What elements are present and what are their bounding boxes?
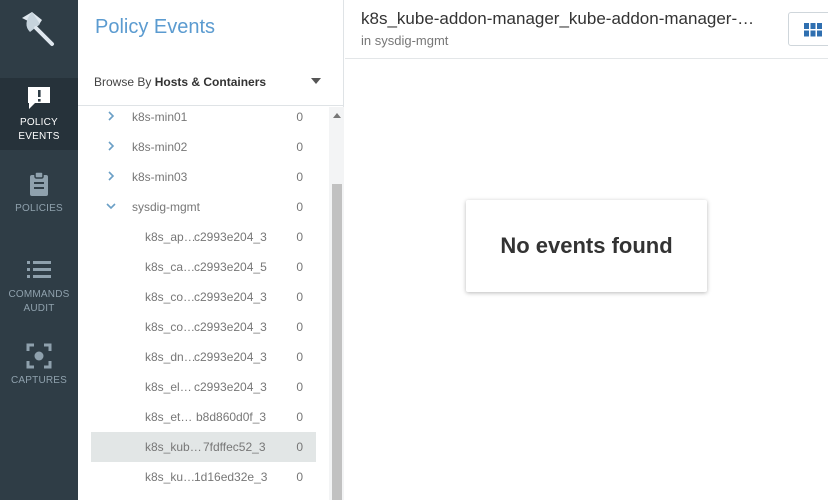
tree-row-host[interactable]: k8s-min02 0 [91, 132, 316, 162]
nav-label: EVENTS [18, 131, 60, 142]
browse-by-label: Browse By Hosts & Containers [94, 75, 266, 89]
event-count: 0 [296, 110, 303, 124]
view-toggle-button[interactable] [788, 12, 828, 46]
empty-state-card: No events found [466, 200, 707, 292]
host-name: k8s-min03 [132, 170, 188, 184]
container-id: b8d860d0f_3 [196, 410, 267, 424]
tree-row-container[interactable]: k8s_ca… c2993e204_5 0 [91, 252, 316, 282]
chevron-right-icon[interactable] [106, 171, 116, 181]
tree-row-host[interactable]: k8s-min03 0 [91, 162, 316, 192]
scrollbar-thumb[interactable] [332, 184, 342, 500]
container-id: 7fdffec52_3 [203, 440, 266, 454]
tree-row-container[interactable]: k8s_ku… 1d16ed32e_3 0 [91, 462, 316, 492]
tree-row-container-selected[interactable]: k8s_kub… 7fdffec52_3 0 [91, 432, 316, 462]
container-name: k8s_ku… [145, 470, 195, 484]
browse-by-prefix: Browse By [94, 75, 152, 89]
tree-scrollbar[interactable] [329, 107, 344, 500]
nav-label: POLICIES [15, 203, 63, 214]
nav-label: COMMANDS [8, 289, 70, 300]
nav-item-policies[interactable]: POLICIES [0, 170, 78, 220]
host-name: sysdig-mgmt [132, 200, 201, 214]
clipboard-icon [25, 170, 53, 198]
browse-by-dropdown[interactable]: Browse By Hosts & Containers [78, 58, 343, 106]
nav-item-policy-events[interactable]: POLICY EVENTS [0, 78, 78, 150]
event-count: 0 [296, 320, 303, 334]
container-id: c2993e204_3 [194, 350, 267, 364]
chevron-right-icon[interactable] [106, 111, 116, 121]
container-name: k8s_kub… [145, 440, 202, 454]
container-title: k8s_kube-addon-manager_kube-addon-manage… [361, 9, 755, 28]
event-count: 0 [296, 350, 303, 364]
left-nav: POLICY EVENTS POLICIES COMMANDS AUDIT CA… [0, 0, 78, 500]
alert-message-icon [25, 84, 53, 112]
host-name: k8s-min02 [132, 140, 188, 154]
container-name: k8s_co… [145, 290, 195, 304]
event-count: 0 [296, 470, 303, 484]
container-id: c2993e204_5 [194, 260, 267, 274]
event-count: 0 [296, 170, 303, 184]
scroll-up-arrow-icon[interactable] [333, 113, 341, 118]
event-detail-area: k8s_kube-addon-manager_kube-addon-manage… [345, 0, 828, 500]
sysdig-logo-icon[interactable] [18, 10, 58, 48]
nav-item-captures[interactable]: CAPTURES [0, 342, 78, 392]
tree-row-host[interactable]: sysdig-mgmt 0 [91, 192, 316, 222]
container-name: k8s_dn… [145, 350, 195, 364]
container-id: 1d16ed32e_3 [194, 470, 268, 484]
event-count: 0 [296, 380, 303, 394]
nav-label: AUDIT [23, 303, 55, 314]
container-name: k8s_et… [145, 410, 193, 424]
chevron-right-icon[interactable] [106, 141, 116, 151]
container-id: c2993e204_3 [194, 290, 267, 304]
panel-title: Policy Events [95, 16, 216, 38]
host-container-tree: k8s-min01 0 k8s-min02 0 k8s-min03 0 sysd… [78, 107, 329, 500]
container-name: k8s_ap… [145, 230, 195, 244]
tree-row-container[interactable]: k8s_et… b8d860d0f_3 0 [91, 402, 316, 432]
host-name: k8s-min01 [132, 110, 188, 124]
caret-down-icon[interactable] [311, 78, 321, 84]
nav-label: CAPTURES [10, 375, 68, 386]
event-count: 0 [296, 440, 303, 454]
container-name: k8s_co… [145, 320, 195, 334]
empty-state-message: No events found [500, 233, 673, 258]
event-count: 0 [296, 200, 303, 214]
container-id: c2993e204_3 [194, 230, 267, 244]
container-name: k8s_el… [145, 380, 192, 394]
tree-row-host[interactable]: k8s-min01 0 [91, 107, 316, 132]
detail-header: k8s_kube-addon-manager_kube-addon-manage… [345, 0, 828, 59]
tree-row-container[interactable]: k8s_dn… c2993e204_3 0 [91, 342, 316, 372]
grid-view-icon [804, 23, 822, 37]
host-scope-subtitle: in sysdig-mgmt [361, 33, 449, 48]
event-count: 0 [296, 260, 303, 274]
container-id: c2993e204_3 [194, 320, 267, 334]
tree-row-container[interactable]: k8s_el… c2993e204_3 0 [91, 372, 316, 402]
browse-by-value: Hosts & Containers [154, 75, 267, 89]
event-count: 0 [296, 410, 303, 424]
tree-row-container[interactable]: k8s_co… c2993e204_3 0 [91, 282, 316, 312]
container-id: c2993e204_3 [194, 380, 267, 394]
nav-label: POLICY [20, 117, 58, 128]
policy-events-panel: Policy Events Browse By Hosts & Containe… [78, 0, 344, 500]
chevron-down-icon[interactable] [106, 201, 116, 211]
tree-row-container[interactable]: k8s_ap… c2993e204_3 0 [91, 222, 316, 252]
event-count: 0 [296, 140, 303, 154]
container-name: k8s_ca… [145, 260, 195, 274]
list-icon [25, 256, 53, 284]
nav-item-commands-audit[interactable]: COMMANDS AUDIT [0, 256, 78, 318]
tree-row-container[interactable]: k8s_co… c2993e204_3 0 [91, 312, 316, 342]
event-count: 0 [296, 290, 303, 304]
event-count: 0 [296, 230, 303, 244]
capture-target-icon [25, 342, 53, 370]
